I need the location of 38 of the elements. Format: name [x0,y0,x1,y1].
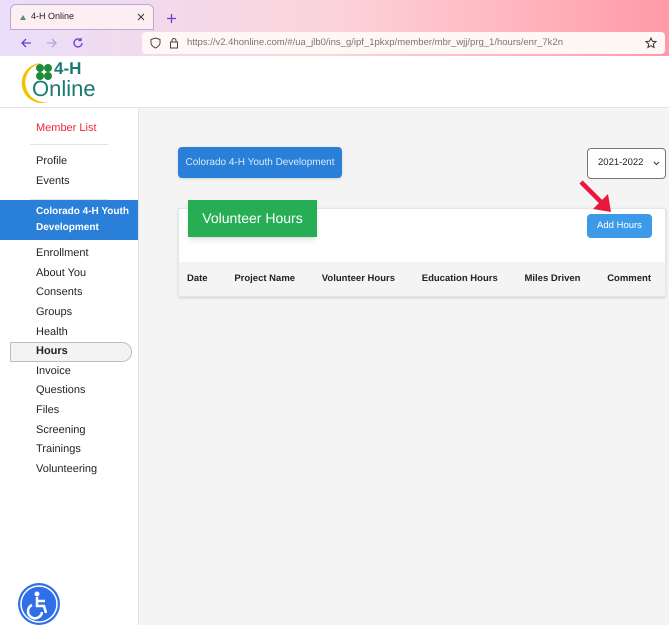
reload-icon[interactable] [72,37,84,49]
sidebar-item[interactable]: Volunteering [10,460,138,480]
sidebar-item[interactable]: Profile [10,152,138,172]
sidebar-item[interactable]: Groups [10,302,138,323]
sidebar-item[interactable]: Screening [10,420,138,440]
accessibility-icon[interactable] [18,583,60,625]
url-text: https://v2.4honline.com/#/ua_jlb0/ins_g/ipf_1pkxp/member/mbr_wjj/prg_1/hours/enr_7k2n [187,36,564,50]
sidebar-item[interactable]: Events [10,172,138,192]
column-header: Date [187,272,208,286]
sidebar-item[interactable]: Enrollment [10,244,138,264]
column-header: Education Hours [422,272,498,286]
address-bar[interactable]: https://v2.4honline.com/#/ua_jlb0/ins_g/ipf_1pkxp/member/mbr_wjj/prg_1/hours/enr_7k2n [142,32,665,54]
column-header: Miles Driven [524,272,580,286]
column-header: Volunteer Hours [322,272,395,286]
back-icon[interactable] [20,37,32,49]
member-list-link[interactable]: Member List [36,120,138,136]
arrow-annotation [578,179,614,215]
column-header: Comment [607,272,651,286]
card-title: Volunteer Hours [188,200,317,237]
chevron-down-icon [653,161,660,166]
shield-icon [150,37,161,49]
new-tab-icon[interactable] [166,13,177,24]
lock-icon [169,37,179,49]
sidebar-item[interactable]: About You [10,264,138,284]
sidebar-item[interactable]: Consents [10,283,138,303]
column-header: Project Name [234,272,296,286]
sidebar-item[interactable]: Health [10,322,138,342]
program-nav-item[interactable]: Colorado 4-H Youth Development [0,200,138,240]
sidebar-item[interactable]: Trainings [10,440,138,460]
sidebar-item[interactable]: Invoice [10,362,138,382]
browser-tab[interactable]: 4-H Online [10,4,154,30]
sidebar-item[interactable]: Questions [10,381,138,401]
site-logo[interactable]: 4-H Online [18,58,98,106]
sidebar-item[interactable]: Files [10,400,138,421]
year-select[interactable]: 2021-2022 [587,148,666,179]
star-icon[interactable] [645,37,657,49]
sidebar-item[interactable]: Hours [10,342,132,362]
close-icon[interactable] [137,13,145,21]
